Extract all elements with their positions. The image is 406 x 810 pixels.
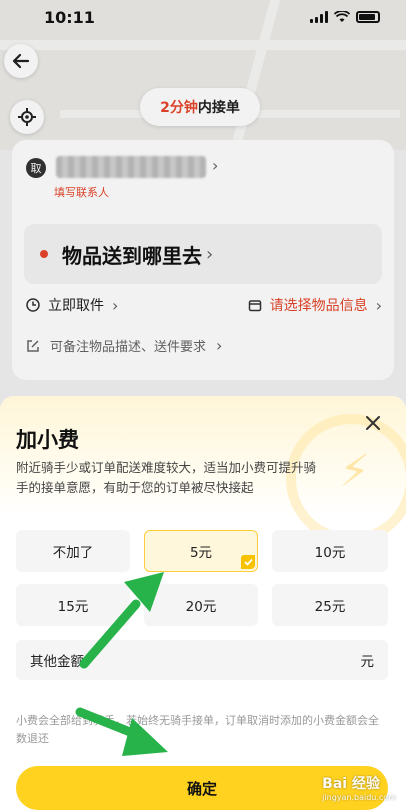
sheet-description: 附近骑手少或订单配送难度较大，适当加小费可提升骑手的接单意愿，有助于您的订单被尽…: [16, 460, 317, 495]
tip-option-5[interactable]: 5元: [144, 530, 258, 572]
tip-note: 小费会全部给到骑手，若始终无骑手接单，订单取消时添加的小费金额会全数退还: [16, 714, 379, 745]
status-time: 10:11: [44, 7, 95, 27]
sheet-title: 加小费: [16, 428, 79, 452]
battery-icon: [356, 11, 380, 23]
signal-icon: [310, 11, 328, 23]
tip-option-25[interactable]: 25元: [272, 584, 388, 626]
tip-option-15[interactable]: 15元: [16, 584, 130, 626]
close-icon: [366, 416, 380, 430]
status-bar: 10:11: [0, 0, 406, 34]
wifi-icon: [334, 11, 350, 22]
watermark-logo: Bai 经验 jingyan.baidu.com: [322, 776, 396, 802]
tip-option-10[interactable]: 10元: [272, 530, 388, 572]
tip-option-20[interactable]: 20元: [144, 584, 258, 626]
other-amount-input[interactable]: 其他金额 元: [16, 640, 388, 680]
lightning-icon: ⚡: [339, 446, 370, 497]
close-button[interactable]: [362, 412, 384, 434]
check-icon: [241, 555, 255, 569]
tip-sheet: ⚡ 加小费 附近骑手少或订单配送难度较大，适当加小费可提升骑手的接单意愿，有助于…: [0, 396, 406, 810]
tip-option-none[interactable]: 不加了: [16, 530, 130, 572]
